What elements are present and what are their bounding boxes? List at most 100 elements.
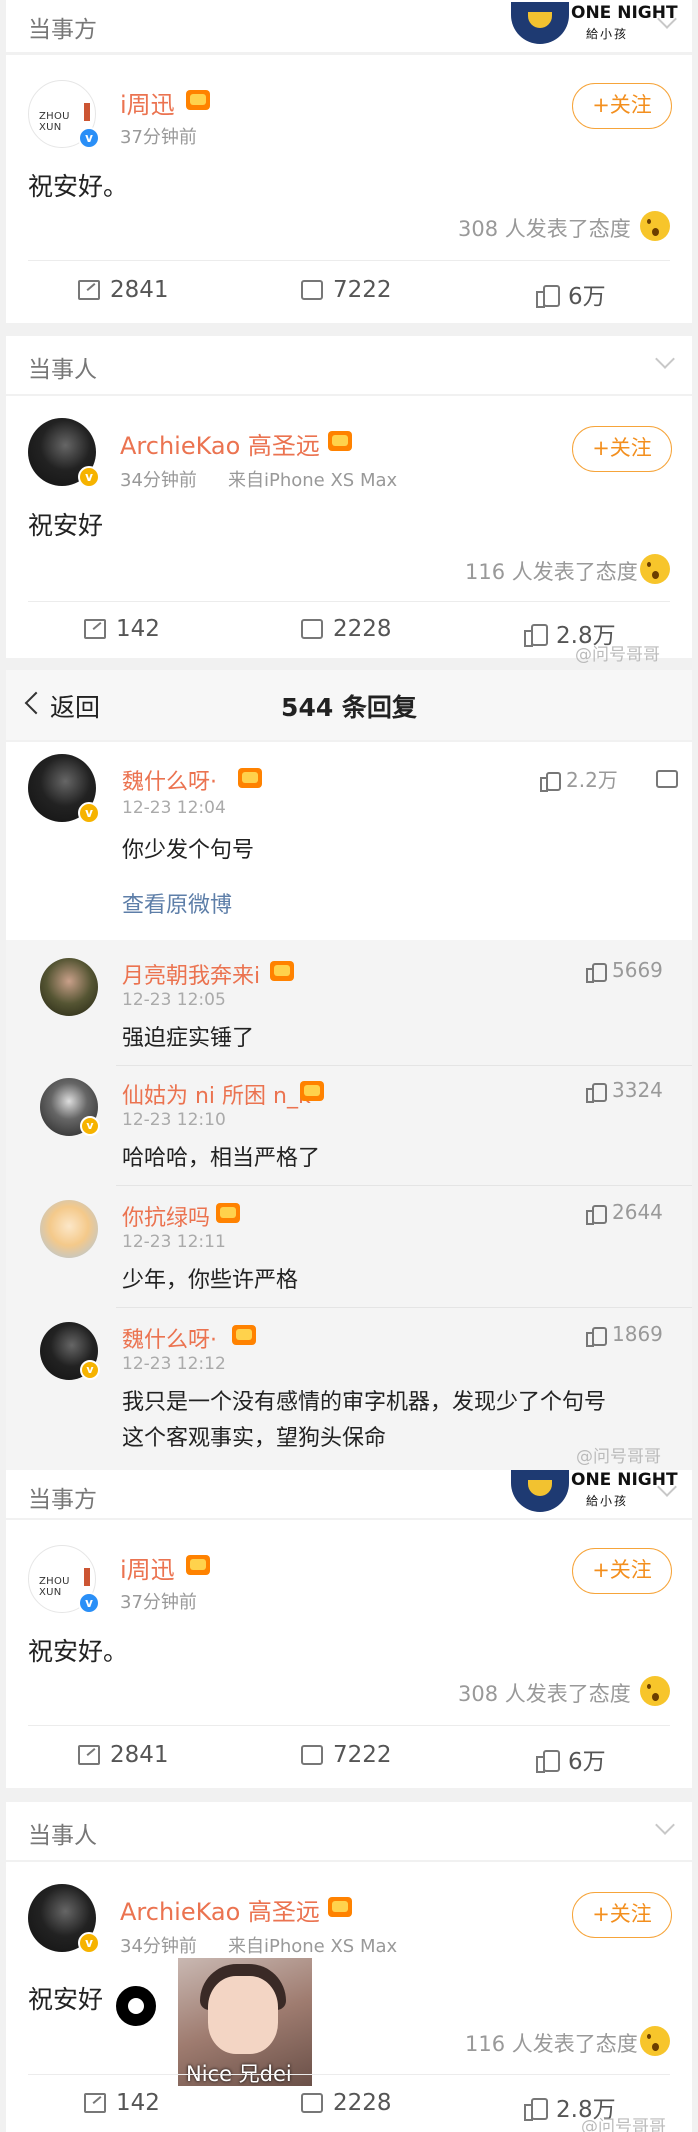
post-time: 37分钟前 [120, 1592, 197, 1613]
reaction-count[interactable]: 308 人发表了态度 [458, 1678, 631, 1708]
vip-icon [186, 1555, 210, 1575]
like-icon [524, 622, 548, 647]
share-icon [84, 619, 106, 639]
avatar[interactable] [40, 1200, 98, 1258]
like-button[interactable]: 5669 [586, 958, 663, 983]
weibo-post: v ArchieKao 高圣远 34分钟前 来自iPhone XS Max +关… [6, 396, 692, 658]
comment-button[interactable]: 7222 [301, 274, 392, 303]
reply-text: 少年，你些许严格 [122, 1268, 299, 1293]
post-content: 祝安好。 [28, 1637, 129, 1666]
like-button[interactable]: 6万 [536, 277, 606, 311]
share-button[interactable]: 142 [84, 2090, 160, 2116]
reaction-count[interactable]: 308 人发表了态度 [458, 213, 631, 243]
user-name[interactable]: i周迅 [120, 85, 175, 120]
like-icon [536, 1748, 560, 1773]
like-button[interactable]: 6万 [536, 1742, 606, 1776]
user-name[interactable]: 仙姑为 ni 所困 n_k [122, 1078, 311, 1110]
view-original-link[interactable]: 查看原微博 [122, 887, 232, 919]
vip-icon [328, 1897, 352, 1917]
user-name[interactable]: 你抗绿吗 [122, 1200, 210, 1232]
user-name[interactable]: 魏什么呀· [122, 1322, 217, 1354]
like-icon [524, 2096, 548, 2121]
weibo-post: ZHOU XUN v i周迅 37分钟前 +关注 祝安好。 308 人发表了态度… [6, 55, 692, 323]
like-count: 2.2万 [566, 768, 618, 792]
share-icon [78, 1745, 100, 1765]
follow-button[interactable]: +关注 [572, 426, 672, 472]
watermark: @问号哥哥 [576, 1447, 661, 1467]
user-name[interactable]: 魏什么呀· [122, 764, 217, 796]
divider [28, 601, 670, 602]
vip-icon [328, 431, 352, 451]
comment-icon [301, 1739, 323, 1765]
post-source[interactable]: 来自iPhone XS Max [228, 1932, 397, 1958]
share-count: 142 [116, 616, 160, 642]
divider [28, 1725, 670, 1726]
follow-button[interactable]: +关注 [572, 1548, 672, 1594]
post-content: 祝安好。 [28, 172, 129, 201]
user-name[interactable]: 月亮朝我奔来i [122, 958, 260, 990]
share-button[interactable]: 2841 [78, 277, 169, 303]
section-header: 当事人 [6, 1802, 692, 1860]
reply-list: 月亮朝我奔来i 12-23 12:05 5669 强迫症实锤了 v 仙姑为 ni… [6, 940, 692, 1470]
comment-button[interactable]: 7222 [301, 1739, 392, 1768]
reply-text: 我只是一个没有感情的审字机器，发现少了个句号 [122, 1390, 607, 1415]
like-icon [586, 1325, 607, 1347]
post-content: 祝安好 [28, 511, 104, 540]
comment-text: 你少发个句号 [122, 838, 255, 863]
section-label: 当事人 [28, 357, 97, 383]
like-count: 5669 [612, 958, 663, 982]
comment-button[interactable]: 2228 [301, 613, 392, 642]
post-time: 37分钟前 [120, 127, 197, 148]
chevron-down-icon[interactable] [655, 349, 675, 369]
reply-icon[interactable] [656, 764, 678, 788]
comment-button[interactable]: 2228 [301, 2087, 392, 2116]
follow-button[interactable]: +关注 [572, 83, 672, 129]
vip-icon [186, 90, 210, 110]
reply-text: 强迫症实锤了 [122, 1026, 255, 1051]
reply-text: 哈哈哈，相当严格了 [122, 1146, 321, 1171]
section-label: 当事方 [28, 17, 97, 43]
post-time: 34分钟前 [120, 470, 197, 491]
verified-icon: v [78, 802, 100, 824]
user-name[interactable]: i周迅 [120, 1550, 175, 1585]
avatar[interactable] [40, 958, 98, 1016]
comment-count: 2228 [333, 616, 392, 642]
section-header: 当事方 ONE NIGHT 給小孩 [6, 1470, 692, 1518]
page-title: 544 条回复 [281, 693, 417, 722]
post-content: 祝安好 [28, 1985, 104, 2014]
post-time: 34分钟前 [120, 1936, 197, 1957]
share-icon [78, 280, 100, 300]
like-button[interactable]: 1869 [586, 1322, 663, 1347]
surprised-emoji-icon [640, 554, 670, 584]
reaction-count[interactable]: 116 人发表了态度 [465, 556, 638, 586]
surprised-emoji-icon [640, 1676, 670, 1706]
vip-icon [270, 961, 294, 981]
share-button[interactable]: 142 [84, 616, 160, 642]
section-label: 当事方 [28, 1487, 97, 1513]
user-name[interactable]: ArchieKao 高圣远 [120, 1892, 320, 1927]
comment-icon [301, 2087, 323, 2113]
reply-text-line2: 这个客观事实，望狗头保命 [122, 1426, 387, 1451]
reaction-count[interactable]: 116 人发表了态度 [465, 2028, 638, 2058]
verified-icon: v [78, 1932, 100, 1954]
like-icon [586, 961, 607, 983]
share-button[interactable]: 2841 [78, 1742, 169, 1768]
vip-icon [232, 1325, 256, 1345]
ad-logo-icon [511, 1470, 569, 1512]
sticker-caption: Nice 兄dei [186, 2062, 292, 2086]
follow-button[interactable]: +关注 [572, 1892, 672, 1938]
like-button[interactable]: 3324 [586, 1078, 663, 1103]
sticker-image: Nice 兄dei [178, 1958, 312, 2086]
vip-icon [300, 1081, 324, 1101]
section-header: 当事方 ONE NIGHT 給小孩 [6, 0, 692, 52]
like-icon [586, 1081, 607, 1103]
post-source[interactable]: 来自iPhone XS Max [228, 466, 397, 492]
like-button[interactable]: 2.2万 [540, 764, 618, 793]
vip-icon [238, 768, 262, 788]
share-count: 142 [116, 2090, 160, 2116]
verified-icon: v [78, 127, 100, 149]
like-button[interactable]: 2644 [586, 1200, 663, 1225]
user-name[interactable]: ArchieKao 高圣远 [120, 426, 320, 461]
chevron-down-icon[interactable] [655, 1815, 675, 1835]
avatar-seal-icon [84, 1568, 90, 1586]
